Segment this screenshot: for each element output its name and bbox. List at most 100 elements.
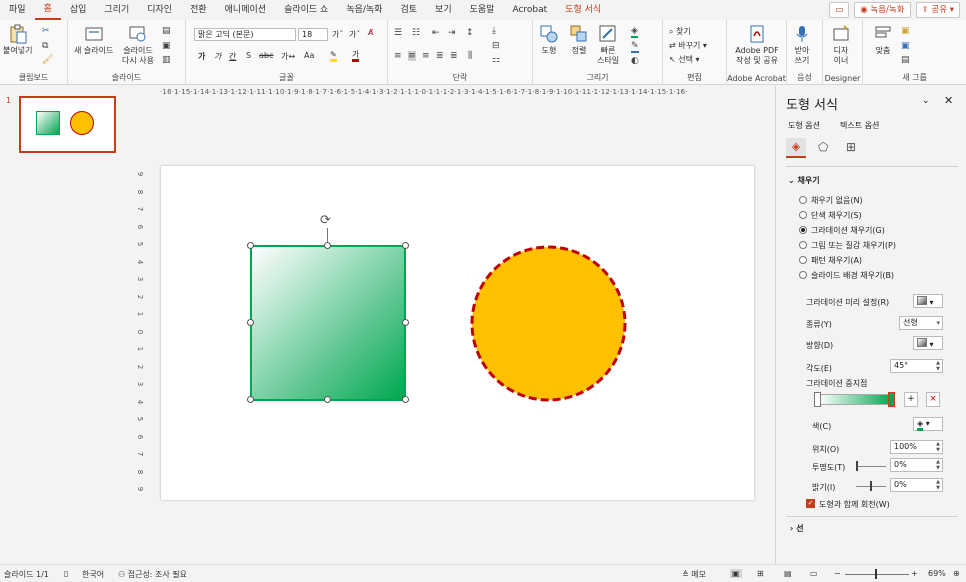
align-center-icon[interactable]: ≡: [408, 51, 416, 61]
gradient-square-shape[interactable]: [250, 245, 406, 401]
add-stop-icon[interactable]: +: [904, 392, 918, 407]
fit-button[interactable]: 맞춤: [873, 24, 893, 56]
radio-solid-fill[interactable]: [799, 211, 807, 219]
tab-home[interactable]: 홈: [34, 1, 61, 20]
zoom-slider[interactable]: [845, 574, 909, 575]
shrink-font-button[interactable]: 가ˇ: [349, 29, 360, 40]
zoom-in-icon[interactable]: +: [911, 569, 918, 578]
bold-button[interactable]: 가: [198, 51, 205, 62]
pane-collapse-icon[interactable]: ⌄: [922, 96, 930, 106]
distributed-icon[interactable]: ≣: [450, 51, 458, 61]
resize-handle[interactable]: [324, 396, 331, 403]
bullets-icon[interactable]: ☰: [394, 28, 402, 38]
smartart-icon[interactable]: ⚏: [492, 55, 500, 65]
tab-help[interactable]: 도움말: [461, 0, 504, 20]
slide-sorter-icon[interactable]: ⊞: [757, 569, 764, 578]
tab-view[interactable]: 보기: [426, 0, 461, 20]
columns-icon[interactable]: ⫼: [468, 51, 472, 61]
select-button[interactable]: ↖ 선택 ▾: [669, 54, 700, 65]
resize-handle[interactable]: [247, 319, 254, 326]
fill-section-header[interactable]: ⌄ 채우기: [788, 175, 820, 186]
merge-shapes-icon[interactable]: ▣: [901, 41, 910, 51]
tab-draw[interactable]: 그리기: [95, 0, 138, 20]
tab-review[interactable]: 검토: [391, 0, 426, 20]
designer-button[interactable]: 디자 이너: [831, 24, 851, 66]
tab-slideshow[interactable]: 슬라이드 쇼: [275, 0, 337, 20]
resize-handle[interactable]: [247, 396, 254, 403]
radio-picture-fill[interactable]: [799, 241, 807, 249]
tab-acrobat[interactable]: Acrobat: [503, 0, 556, 20]
gradient-stops-bar[interactable]: [818, 394, 894, 405]
resize-handle[interactable]: [402, 242, 409, 249]
zoom-level[interactable]: 69%: [928, 569, 946, 578]
group-objects-icon[interactable]: ▣: [901, 26, 910, 36]
shapes-button[interactable]: 도형: [539, 24, 559, 56]
normal-view-icon[interactable]: ▣: [730, 569, 742, 578]
font-name-combo[interactable]: 맑은 고딕 (본문): [194, 28, 296, 41]
align-left-icon[interactable]: ≡: [394, 51, 402, 61]
comment-button[interactable]: ▭: [829, 2, 850, 18]
grow-font-button[interactable]: 가ˆ: [332, 29, 343, 40]
type-select[interactable]: 선형 ▾: [899, 316, 943, 330]
decrease-indent-icon[interactable]: ⇤: [432, 28, 440, 38]
tab-record[interactable]: 녹음/녹화: [337, 0, 391, 20]
direction-button[interactable]: ▾: [913, 336, 943, 350]
gradient-stop-end[interactable]: [888, 392, 895, 407]
color-picker-button[interactable]: ◈ ▾: [913, 417, 943, 431]
align-right-icon[interactable]: ≡: [422, 51, 430, 61]
align-objects-icon[interactable]: ▤: [901, 55, 910, 65]
spellcheck-icon[interactable]: ▯: [64, 569, 68, 578]
reuse-slides-button[interactable]: 슬라이드 다시 사용: [122, 24, 154, 66]
brightness-input[interactable]: 0% ▲ ▼: [890, 478, 943, 492]
cut-icon[interactable]: ✂: [42, 26, 50, 36]
fill-line-icon[interactable]: ◈: [786, 138, 806, 158]
brightness-slider-thumb[interactable]: [870, 481, 872, 491]
dashed-circle-shape[interactable]: [470, 245, 627, 402]
reset-icon[interactable]: ▣: [162, 41, 171, 51]
notes-button[interactable]: ≜ 메모: [682, 569, 706, 580]
rotate-handle-icon[interactable]: ⟳: [320, 214, 331, 228]
tab-shape-options[interactable]: 도형 옵션: [788, 120, 820, 131]
clear-format-icon[interactable]: A̸: [368, 28, 373, 37]
shadow-button[interactable]: S: [246, 51, 251, 60]
italic-button[interactable]: 가: [214, 51, 221, 62]
record-button[interactable]: ◉ 녹음/녹화: [854, 2, 911, 18]
radio-no-fill[interactable]: [799, 196, 807, 204]
shape-fill-icon[interactable]: ◈: [631, 26, 638, 38]
tab-animations[interactable]: 애니메이션: [216, 0, 275, 20]
dictate-button[interactable]: 받아 쓰기: [792, 24, 812, 66]
shape-outline-icon[interactable]: ✎: [631, 41, 639, 53]
strikethrough-button[interactable]: abc: [259, 51, 273, 60]
accessibility-status[interactable]: ⚇ 접근성: 조사 필요: [118, 569, 187, 580]
new-slide-button[interactable]: 새 슬라이드: [74, 24, 113, 56]
replace-button[interactable]: ⇄ 바꾸기 ▾: [669, 40, 707, 51]
radio-background-fill[interactable]: [799, 271, 807, 279]
gradient-stop-start[interactable]: [814, 392, 821, 407]
paste-button[interactable]: 붙여넣기: [3, 24, 32, 56]
zoom-out-icon[interactable]: −: [834, 569, 841, 578]
align-text-icon[interactable]: ⊟: [492, 41, 500, 51]
effects-icon[interactable]: ⬠: [818, 140, 828, 154]
preset-gradient-button[interactable]: ▾: [913, 294, 943, 308]
size-properties-icon[interactable]: ⊞: [846, 140, 856, 154]
highlight-icon[interactable]: ✎: [330, 50, 337, 62]
underline-button[interactable]: 간: [229, 51, 236, 62]
radio-pattern-fill[interactable]: [799, 256, 807, 264]
slide-thumbnail[interactable]: [19, 96, 116, 153]
format-painter-icon[interactable]: 🖌: [42, 55, 53, 65]
transparency-input[interactable]: 0% ▲ ▼: [890, 458, 943, 472]
tab-text-options[interactable]: 텍스트 옵션: [840, 120, 879, 131]
text-direction-icon[interactable]: ⤓: [492, 26, 496, 36]
close-icon[interactable]: ✕: [944, 94, 953, 107]
remove-stop-icon[interactable]: ×: [926, 392, 940, 407]
char-spacing-button[interactable]: 가↔: [281, 51, 295, 62]
layout-icon[interactable]: ▤: [162, 26, 171, 36]
arrange-button[interactable]: 정렬: [569, 24, 589, 56]
rotate-with-shape-checkbox[interactable]: ✓: [806, 499, 815, 508]
find-button[interactable]: ⌕ 찾기: [669, 26, 691, 37]
font-size-combo[interactable]: 18: [298, 28, 328, 41]
increase-indent-icon[interactable]: ⇥: [448, 28, 456, 38]
resize-handle[interactable]: [402, 319, 409, 326]
share-button[interactable]: ⇪ 공유 ▾: [915, 2, 960, 18]
change-case-button[interactable]: Aa: [304, 51, 314, 60]
